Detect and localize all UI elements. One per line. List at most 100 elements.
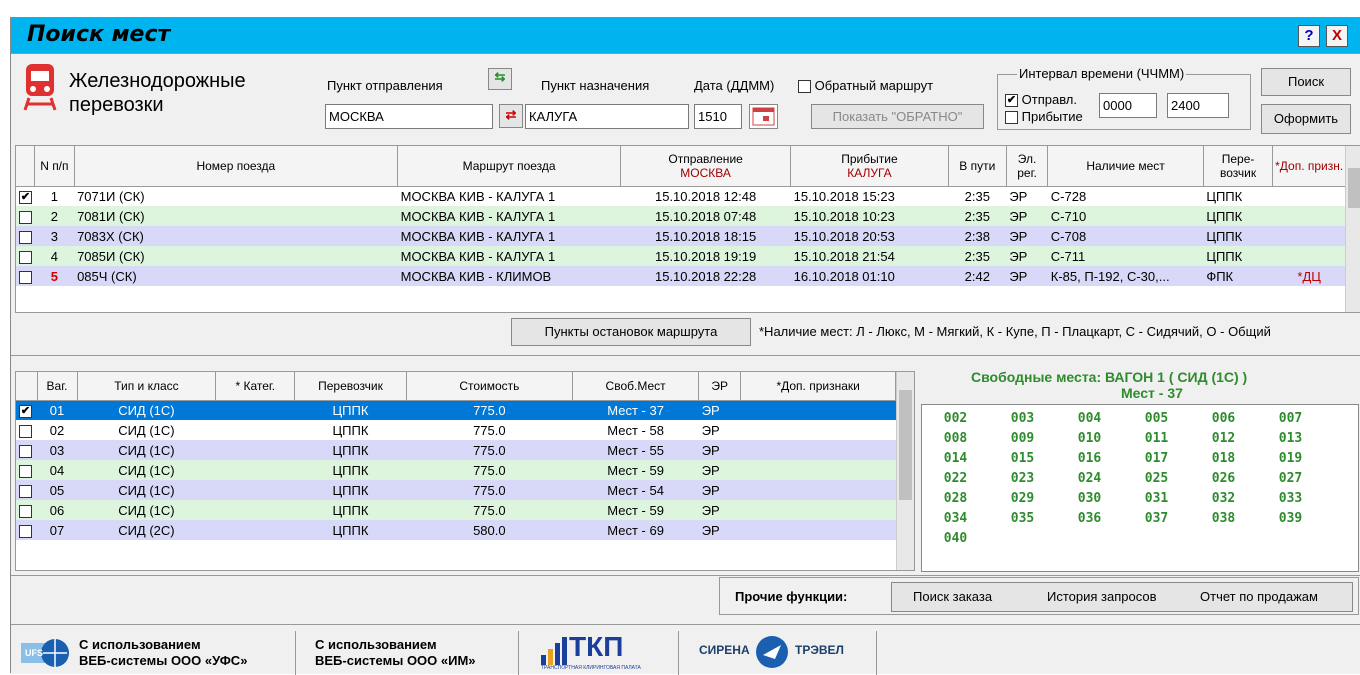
col-train-number[interactable]: Номер поезда — [74, 146, 399, 187]
seat-cell[interactable]: 025 — [1123, 468, 1190, 488]
car-row[interactable]: 07 СИД (2С) ЦППК 580.0 Мест - 69 ЭР — [16, 520, 896, 540]
seat-cell[interactable]: 040 — [922, 528, 989, 548]
col-car[interactable]: Ваг. — [37, 372, 78, 401]
date-input[interactable]: 1510 — [694, 104, 742, 129]
seat-cell[interactable]: 018 — [1190, 448, 1257, 468]
car-row[interactable]: 04 СИД (1С) ЦППК 775.0 Мест - 59 ЭР — [16, 460, 896, 480]
col-type[interactable]: Тип и класс — [77, 372, 217, 401]
seat-cell[interactable]: 006 — [1190, 408, 1257, 428]
return-route-checkbox[interactable]: Обратный маршрут — [798, 78, 933, 94]
train-row[interactable]: 3 7083Х (СК) МОСКВА КИВ - КАЛУГА 1 15.10.20… — [16, 226, 1346, 246]
reverse-icon[interactable]: ⇄ — [499, 104, 523, 128]
seat-cell[interactable]: 016 — [1056, 448, 1123, 468]
row-checkbox[interactable] — [19, 210, 32, 224]
row-checkbox[interactable] — [19, 250, 32, 264]
arrive-check-box[interactable] — [1005, 111, 1018, 125]
calendar-icon[interactable] — [749, 104, 778, 129]
sales-report-button[interactable]: Отчет по продажам — [1200, 589, 1318, 604]
col-carrier[interactable]: Перевозчик — [294, 372, 407, 401]
seat-cell[interactable]: 024 — [1056, 468, 1123, 488]
seat-cell[interactable]: 028 — [922, 488, 989, 508]
row-checkbox[interactable] — [19, 504, 32, 518]
seat-cell[interactable]: 019 — [1257, 448, 1324, 468]
order-search-button[interactable]: Поиск заказа — [913, 589, 992, 604]
car-row[interactable]: 02 СИД (1С) ЦППК 775.0 Мест - 58 ЭР — [16, 420, 896, 440]
swap-icon[interactable]: ⇆ — [488, 68, 512, 90]
history-button[interactable]: История запросов — [1047, 589, 1157, 604]
row-checkbox[interactable] — [19, 444, 32, 458]
train-row[interactable]: 2 7081И (СК) МОСКВА КИВ - КАЛУГА 1 15.10.20… — [16, 206, 1346, 226]
col-departure[interactable]: Отправление МОСКВА — [620, 146, 792, 187]
close-button[interactable]: X — [1326, 25, 1348, 47]
depart-check-box[interactable]: ✔ — [1005, 94, 1018, 108]
time-from-input[interactable]: 0000 — [1099, 93, 1157, 118]
train-row[interactable]: 5 085Ч (СК) МОСКВА КИВ - КЛИМОВ 15.10.2018 … — [16, 266, 1346, 286]
help-button[interactable]: ? — [1298, 25, 1320, 47]
col-category[interactable]: * Катег. — [215, 372, 296, 401]
seat-cell[interactable]: 029 — [989, 488, 1056, 508]
seat-cell[interactable]: 039 — [1257, 508, 1324, 528]
seat-cell[interactable]: 015 — [989, 448, 1056, 468]
col-price[interactable]: Стоимость — [406, 372, 573, 401]
seat-cell[interactable]: 030 — [1056, 488, 1123, 508]
car-row[interactable]: ✔ 01 СИД (1С) ЦППК 775.0 Мест - 37 ЭР — [16, 400, 896, 420]
col-duration[interactable]: В пути — [948, 146, 1007, 187]
row-checkbox[interactable] — [19, 424, 32, 438]
arrive-checkbox[interactable]: Прибытие — [1005, 109, 1083, 125]
seat-cell[interactable]: 032 — [1190, 488, 1257, 508]
row-checkbox[interactable]: ✔ — [19, 190, 32, 204]
cars-scrollbar[interactable] — [896, 372, 914, 570]
seat-cell[interactable]: 022 — [922, 468, 989, 488]
seat-cell[interactable]: 033 — [1257, 488, 1324, 508]
train-row[interactable]: 4 7085И (СК) МОСКВА КИВ - КАЛУГА 1 15.10.20… — [16, 246, 1346, 266]
train-row[interactable]: ✔ 1 7071И (СК) МОСКВА КИВ - КАЛУГА 1 15.10.2… — [16, 186, 1346, 206]
seat-cell[interactable]: 031 — [1123, 488, 1190, 508]
col-route[interactable]: Маршрут поезда — [397, 146, 622, 187]
seat-cell[interactable]: 004 — [1056, 408, 1123, 428]
car-row[interactable]: 03 СИД (1С) ЦППК 775.0 Мест - 55 ЭР — [16, 440, 896, 460]
seat-cell[interactable]: 017 — [1123, 448, 1190, 468]
search-button[interactable]: Поиск — [1261, 68, 1351, 96]
row-checkbox[interactable] — [19, 270, 32, 284]
row-checkbox[interactable] — [19, 524, 32, 538]
train-number: 7081И (СК) — [77, 208, 145, 224]
row-checkbox[interactable] — [19, 230, 32, 244]
seat-cell[interactable]: 010 — [1056, 428, 1123, 448]
scroll-thumb[interactable] — [899, 390, 912, 500]
row-checkbox[interactable] — [19, 464, 32, 478]
seat-cell[interactable]: 007 — [1257, 408, 1324, 428]
seat-cell[interactable]: 008 — [922, 428, 989, 448]
seat-cell[interactable]: 023 — [989, 468, 1056, 488]
show-return-button[interactable]: Показать "ОБРАТНО" — [811, 104, 984, 129]
row-checkbox[interactable] — [19, 484, 32, 498]
col-arrival[interactable]: Прибытие КАЛУГА — [790, 146, 949, 187]
seat-cell[interactable]: 035 — [989, 508, 1056, 528]
time-to-input[interactable]: 2400 — [1167, 93, 1229, 118]
return-checkbox-box[interactable] — [798, 80, 811, 94]
seat-cell[interactable]: 009 — [989, 428, 1056, 448]
col-free[interactable]: Своб.Мест — [572, 372, 700, 401]
issue-button[interactable]: Оформить — [1261, 104, 1351, 134]
seat-cell[interactable]: 011 — [1123, 428, 1190, 448]
car-row[interactable]: 06 СИД (1С) ЦППК 775.0 Мест - 59 ЭР — [16, 500, 896, 520]
seat-cell[interactable]: 034 — [922, 508, 989, 528]
seat-cell[interactable]: 013 — [1257, 428, 1324, 448]
from-input[interactable]: МОСКВА — [325, 104, 493, 129]
row-checkbox[interactable]: ✔ — [19, 404, 32, 418]
depart-checkbox[interactable]: ✔ Отправл. — [1005, 92, 1077, 108]
to-input[interactable]: КАЛУГА — [525, 104, 689, 129]
seat-cell[interactable]: 003 — [989, 408, 1056, 428]
car-row[interactable]: 05 СИД (1С) ЦППК 775.0 Мест - 54 ЭР — [16, 480, 896, 500]
trains-scrollbar[interactable] — [1345, 146, 1360, 312]
seat-cell[interactable]: 026 — [1190, 468, 1257, 488]
seat-cell[interactable]: 002 — [922, 408, 989, 428]
seat-cell[interactable]: 012 — [1190, 428, 1257, 448]
scroll-thumb[interactable] — [1348, 168, 1360, 208]
seat-cell[interactable]: 014 — [922, 448, 989, 468]
seat-cell[interactable]: 038 — [1190, 508, 1257, 528]
seat-cell[interactable]: 036 — [1056, 508, 1123, 528]
seat-cell[interactable]: 005 — [1123, 408, 1190, 428]
seat-cell[interactable]: 037 — [1123, 508, 1190, 528]
route-stops-button[interactable]: Пункты остановок маршрута — [511, 318, 751, 346]
seat-cell[interactable]: 027 — [1257, 468, 1324, 488]
